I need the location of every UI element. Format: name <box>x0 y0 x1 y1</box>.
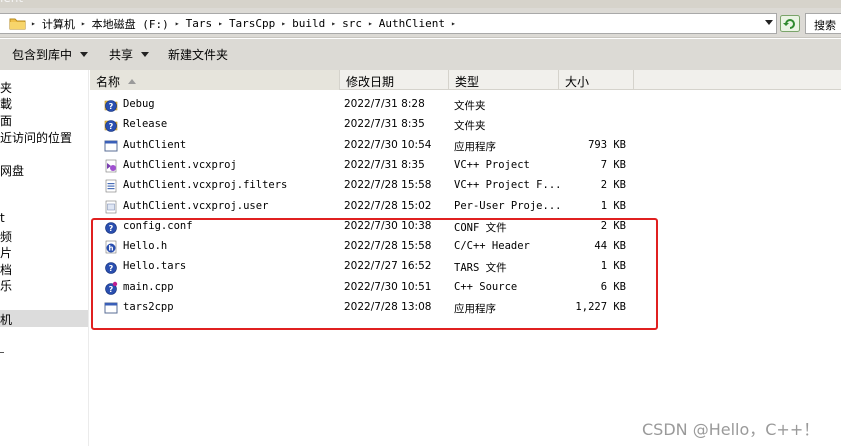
folder-icon: ? <box>104 120 118 133</box>
address-bar[interactable]: ▸ 计算机 ▸ 本地磁盘 (F:) ▸ Tars ▸ TarsCpp ▸ build ▸ src ▸ Au… <box>0 13 777 34</box>
file-name: AuthClient.vcxproj.filters <box>123 179 288 192</box>
file-size: 793 KB <box>588 138 626 151</box>
breadcrumb-item[interactable]: 计算机 <box>39 16 78 32</box>
file-size: 1 KB <box>600 199 626 212</box>
nav-item-videos[interactable]: 频 <box>0 228 12 245</box>
file-type: 文件夹 <box>454 120 486 133</box>
user-file-icon <box>105 200 117 213</box>
include-in-library-button[interactable]: 包含到库中 <box>0 43 97 67</box>
nav-item-music[interactable]: 乐 <box>0 277 12 294</box>
new-folder-button[interactable]: 新建文件夹 <box>158 43 237 67</box>
svg-text:?: ? <box>109 102 114 111</box>
breadcrumb-item[interactable]: AuthClient <box>376 17 448 30</box>
include-in-library-label: 包含到库中 <box>12 48 73 62</box>
file-modified-date: 2022/7/31 8:35 <box>344 158 425 171</box>
column-header: 名称 修改日期 类型 大小 <box>90 70 841 90</box>
watermark: CSDN @Hello，C++！ <box>642 420 820 439</box>
column-header-type[interactable]: 类型 <box>449 70 559 90</box>
file-name: AuthClient <box>123 138 187 151</box>
svg-text:?: ? <box>109 122 114 131</box>
breadcrumb-item[interactable]: build <box>289 17 328 30</box>
file-size: 2 KB <box>600 179 626 192</box>
folder-icon: ? <box>104 100 118 112</box>
file-row-authclient-vcxproj[interactable]: AuthClient.vcxproj 2022/7/31 8:35 VC++ Pro… <box>90 156 650 176</box>
file-name: AuthClient.vcxproj.user <box>123 199 269 212</box>
file-name: Release <box>123 118 168 131</box>
file-type: 应用程序 <box>454 140 496 153</box>
column-name-label: 名称 <box>96 75 121 89</box>
application-icon <box>104 140 118 152</box>
file-type: Per-User Proje... <box>454 199 562 212</box>
breadcrumb-arrow-icon[interactable]: ▸ <box>365 19 376 28</box>
folder-icon <box>9 18 26 30</box>
share-label: 共享 <box>109 48 134 62</box>
file-name: AuthClient.vcxproj <box>123 158 237 171</box>
nav-item[interactable]: 載 <box>0 95 12 112</box>
breadcrumb-arrow-icon[interactable]: ▸ <box>278 19 289 28</box>
navigation-pane: 夹 載 面 近访问的位置 网盘 t 频 片 档 乐 机 <box>0 70 89 446</box>
breadcrumb-arrow-icon[interactable]: ▸ <box>215 19 226 28</box>
nav-item[interactable]: t <box>0 211 5 225</box>
column-header-date[interactable]: 修改日期 <box>340 70 449 90</box>
file-row-debug[interactable]: ? Debug 2022/7/31 8:28 文件夹 <box>90 95 650 115</box>
file-type: 文件夹 <box>454 100 486 112</box>
nav-item[interactable]: 面 <box>0 112 12 129</box>
breadcrumb-arrow-icon[interactable]: ▸ <box>28 19 39 28</box>
share-button[interactable]: 共享 <box>97 43 158 67</box>
file-modified-date: 2022/7/30 10:54 <box>344 138 432 151</box>
sort-ascending-icon <box>128 79 137 84</box>
nav-tree-line <box>0 352 4 353</box>
file-row-authclient-exe[interactable]: AuthClient 2022/7/30 10:54 应用程序 793 KB <box>90 136 650 156</box>
breadcrumb-item[interactable]: Tars <box>183 17 216 30</box>
file-modified-date: 2022/7/28 15:58 <box>344 179 432 192</box>
chevron-down-icon <box>80 52 89 57</box>
window-title: ient <box>0 0 23 5</box>
breadcrumb-arrow-icon[interactable]: ▸ <box>172 19 183 28</box>
file-modified-date: 2022/7/31 8:28 <box>344 98 425 110</box>
file-row-authclient-vcxproj-filters[interactable]: AuthClient.vcxproj.filters 2022/7/28 15:5… <box>90 176 650 196</box>
breadcrumb-item[interactable]: src <box>339 17 365 30</box>
breadcrumb: ▸ 计算机 ▸ 本地磁盘 (F:) ▸ Tars ▸ TarsCpp ▸ build ▸ src ▸ Au… <box>28 14 459 33</box>
vcxproj-icon <box>105 159 117 173</box>
nav-item-pictures[interactable]: 片 <box>0 244 12 261</box>
chevron-down-icon <box>141 52 150 57</box>
file-row-release[interactable]: ? Release 2022/7/31 8:35 文件夹 <box>90 115 650 135</box>
refresh-icon[interactable] <box>780 15 800 32</box>
nav-item-documents[interactable]: 档 <box>0 261 12 278</box>
file-modified-date: 2022/7/31 8:35 <box>344 118 425 131</box>
breadcrumb-item[interactable]: TarsCpp <box>226 17 278 30</box>
nav-item-net-drive[interactable]: 网盘 <box>0 162 24 179</box>
breadcrumb-arrow-icon[interactable]: ▸ <box>448 19 459 28</box>
file-name: Debug <box>123 98 155 110</box>
column-header-name[interactable]: 名称 <box>90 70 340 90</box>
file-modified-date: 2022/7/28 15:02 <box>344 199 432 212</box>
nav-item-recent-places[interactable]: 近访问的位置 <box>0 129 72 146</box>
nav-item[interactable]: 夹 <box>0 79 12 96</box>
file-type: VC++ Project <box>454 158 530 171</box>
breadcrumb-item[interactable]: 本地磁盘 (F:) <box>89 16 172 32</box>
command-toolbar: 包含到库中 共享 新建文件夹 <box>0 39 841 70</box>
breadcrumb-arrow-icon[interactable]: ▸ <box>328 19 339 28</box>
file-type: VC++ Project F... <box>454 179 562 192</box>
address-row: ▸ 计算机 ▸ 本地磁盘 (F:) ▸ Tars ▸ TarsCpp ▸ build ▸ src ▸ Au… <box>0 8 841 38</box>
search-input[interactable]: 搜索 <box>805 13 841 34</box>
window-title-strip: ient <box>0 0 841 8</box>
file-row-authclient-vcxproj-user[interactable]: AuthClient.vcxproj.user 2022/7/28 15:02 Pe… <box>90 197 650 217</box>
highlight-box <box>91 218 658 330</box>
breadcrumb-arrow-icon[interactable]: ▸ <box>78 19 89 28</box>
column-header-size[interactable]: 大小 <box>559 70 634 90</box>
address-history-dropdown[interactable] <box>765 20 773 25</box>
new-folder-label: 新建文件夹 <box>168 48 229 62</box>
nav-item-computer[interactable]: 机 <box>0 310 88 327</box>
file-size: 7 KB <box>600 158 626 171</box>
filters-icon <box>105 179 117 193</box>
